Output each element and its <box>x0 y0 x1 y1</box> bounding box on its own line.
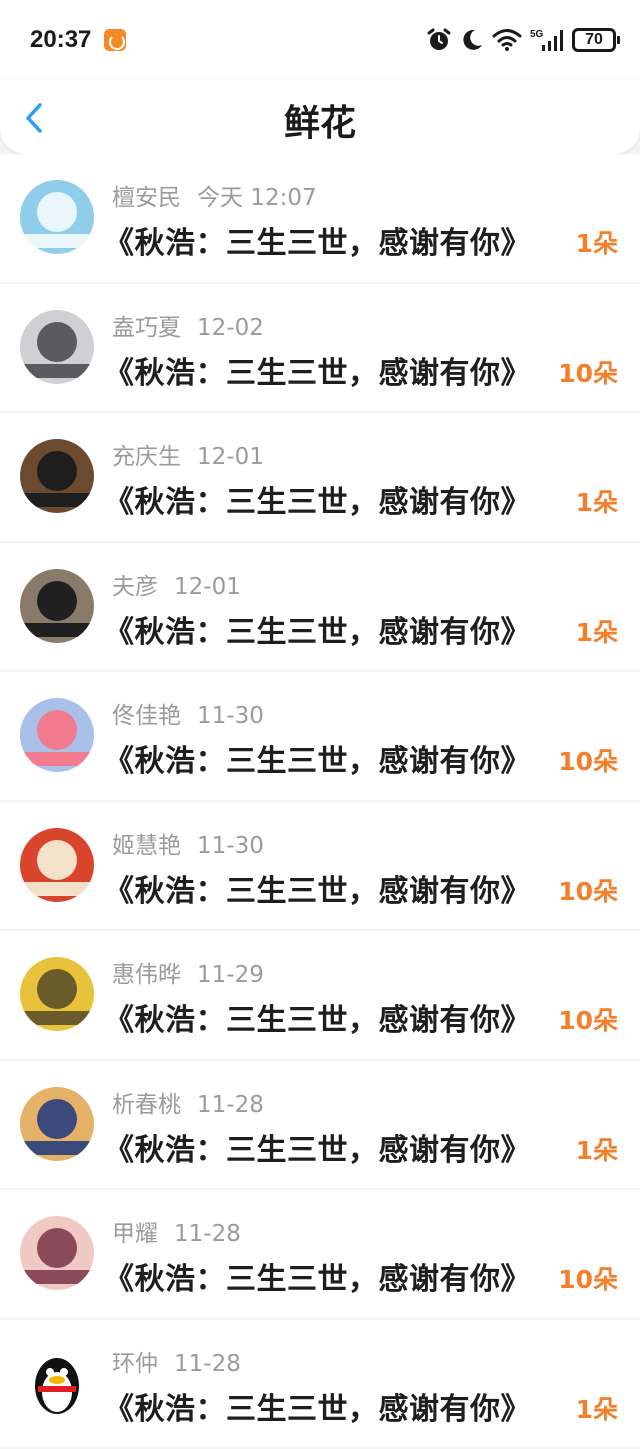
avatar[interactable] <box>20 180 94 254</box>
sender-name[interactable]: 檀安民 <box>112 185 181 211</box>
avatar-image <box>20 698 94 772</box>
list-item[interactable]: 充庆生 12-01 《秋浩：三生三世，感谢有你》 1朵 <box>0 413 640 543</box>
avatar[interactable] <box>20 698 94 772</box>
item-title[interactable]: 《秋浩：三生三世，感谢有你》 <box>104 348 531 392</box>
avatar[interactable] <box>20 1216 94 1290</box>
list-item[interactable]: 甲耀 11-28 《秋浩：三生三世，感谢有你》 10朵 <box>0 1190 640 1320</box>
sender-name[interactable]: 惠伟晔 <box>112 962 181 988</box>
flower-count: 1朵 <box>576 483 618 519</box>
item-meta: 甲耀 11-28 <box>112 1214 241 1248</box>
item-meta: 充庆生 12-01 <box>112 437 264 471</box>
sent-date: 今天 12:07 <box>197 185 317 211</box>
sent-date: 12-01 <box>197 444 264 470</box>
sent-date: 11-28 <box>174 1351 241 1377</box>
signal-icon: 5G <box>530 27 564 53</box>
list-item[interactable]: 析春桃 11-28 《秋浩：三生三世，感谢有你》 1朵 <box>0 1061 640 1191</box>
item-meta: 惠伟晔 11-29 <box>112 955 264 989</box>
item-meta: 檀安民今天 12:07 <box>112 178 317 212</box>
sender-name[interactable]: 充庆生 <box>112 444 181 470</box>
avatar[interactable] <box>20 439 94 513</box>
item-title[interactable]: 《秋浩：三生三世，感谢有你》 <box>104 1125 531 1169</box>
list-item[interactable]: 檀安民今天 12:07 《秋浩：三生三世，感谢有你》 1朵 <box>0 154 640 284</box>
battery-icon: 70 <box>572 28 616 52</box>
item-title[interactable]: 《秋浩：三生三世，感谢有你》 <box>104 995 531 1039</box>
list-item[interactable]: 盍巧夏 12-02 《秋浩：三生三世，感谢有你》 10朵 <box>0 284 640 414</box>
app-notification-icon <box>104 29 126 51</box>
sent-date: 11-28 <box>197 1092 264 1118</box>
status-bar: 20:37 5G 70 <box>0 0 640 80</box>
avatar-image <box>20 180 94 254</box>
item-title[interactable]: 《秋浩：三生三世，感谢有你》 <box>104 607 531 651</box>
list-item[interactable]: 夫彦 12-01 《秋浩：三生三世，感谢有你》 1朵 <box>0 543 640 673</box>
list-item[interactable]: 惠伟晔 11-29 《秋浩：三生三世，感谢有你》 10朵 <box>0 931 640 1061</box>
avatar-image <box>20 1087 94 1161</box>
navigation-bar: 鲜花 <box>0 80 640 154</box>
sender-name[interactable]: 姬慧艳 <box>112 833 181 859</box>
item-meta: 姬慧艳 11-30 <box>112 826 264 860</box>
status-time: 20:37 <box>30 26 91 54</box>
item-meta: 盍巧夏 12-02 <box>112 308 264 342</box>
item-meta: 析春桃 11-28 <box>112 1085 264 1119</box>
flower-count: 10朵 <box>558 354 618 390</box>
sender-name[interactable]: 夫彦 <box>112 574 158 600</box>
flower-count: 1朵 <box>576 613 618 649</box>
sender-name[interactable]: 析春桃 <box>112 1092 181 1118</box>
sender-name[interactable]: 盍巧夏 <box>112 315 181 341</box>
avatar-image <box>20 569 94 643</box>
avatar[interactable] <box>20 1087 94 1161</box>
avatar-image <box>20 828 94 902</box>
item-meta: 夫彦 12-01 <box>112 567 241 601</box>
item-meta: 环仲 11-28 <box>112 1344 241 1378</box>
avatar[interactable] <box>20 310 94 384</box>
flower-count: 1朵 <box>576 224 618 260</box>
sent-date: 11-30 <box>197 833 264 859</box>
sent-date: 12-01 <box>174 574 241 600</box>
avatar-image <box>20 957 94 1031</box>
avatar[interactable] <box>20 1346 94 1420</box>
avatar[interactable] <box>20 957 94 1031</box>
item-meta: 佟佳艳 11-30 <box>112 696 264 730</box>
flower-count: 1朵 <box>576 1390 618 1426</box>
item-title[interactable]: 《秋浩：三生三世，感谢有你》 <box>104 218 531 262</box>
sender-name[interactable]: 佟佳艳 <box>112 703 181 729</box>
alarm-icon <box>426 27 452 53</box>
flower-count: 1朵 <box>576 1131 618 1167</box>
network-type-label: 5G <box>530 29 544 40</box>
page-title: 鲜花 <box>0 94 640 146</box>
sender-name[interactable]: 环仲 <box>112 1351 158 1377</box>
flower-list: 檀安民今天 12:07 《秋浩：三生三世，感谢有你》 1朵 盍巧夏 12-02 《… <box>0 154 640 1449</box>
flower-count: 10朵 <box>558 1260 618 1296</box>
moon-icon <box>460 28 484 52</box>
avatar-image <box>20 310 94 384</box>
item-title[interactable]: 《秋浩：三生三世，感谢有你》 <box>104 1254 531 1298</box>
list-item[interactable]: 环仲 11-28 《秋浩：三生三世，感谢有你》 1朵 <box>0 1320 640 1449</box>
flower-count: 10朵 <box>558 872 618 908</box>
avatar[interactable] <box>20 569 94 643</box>
list-item[interactable]: 佟佳艳 11-30 《秋浩：三生三世，感谢有你》 10朵 <box>0 672 640 802</box>
item-title[interactable]: 《秋浩：三生三世，感谢有你》 <box>104 866 531 910</box>
sent-date: 11-28 <box>174 1221 241 1247</box>
item-title[interactable]: 《秋浩：三生三世，感谢有你》 <box>104 1384 531 1428</box>
flower-count: 10朵 <box>558 1001 618 1037</box>
sent-date: 11-29 <box>197 962 264 988</box>
sent-date: 12-02 <box>197 315 264 341</box>
list-item[interactable]: 姬慧艳 11-30 《秋浩：三生三世，感谢有你》 10朵 <box>0 802 640 932</box>
flower-count: 10朵 <box>558 742 618 778</box>
avatar-image <box>20 439 94 513</box>
item-title[interactable]: 《秋浩：三生三世，感谢有你》 <box>104 477 531 521</box>
sender-name[interactable]: 甲耀 <box>112 1221 158 1247</box>
sent-date: 11-30 <box>197 703 264 729</box>
avatar-image <box>20 1216 94 1290</box>
system-icons: 5G 70 <box>426 24 616 56</box>
avatar[interactable] <box>20 828 94 902</box>
wifi-icon <box>492 28 522 52</box>
penguin-avatar-icon <box>20 1346 94 1420</box>
item-title[interactable]: 《秋浩：三生三世，感谢有你》 <box>104 736 531 780</box>
